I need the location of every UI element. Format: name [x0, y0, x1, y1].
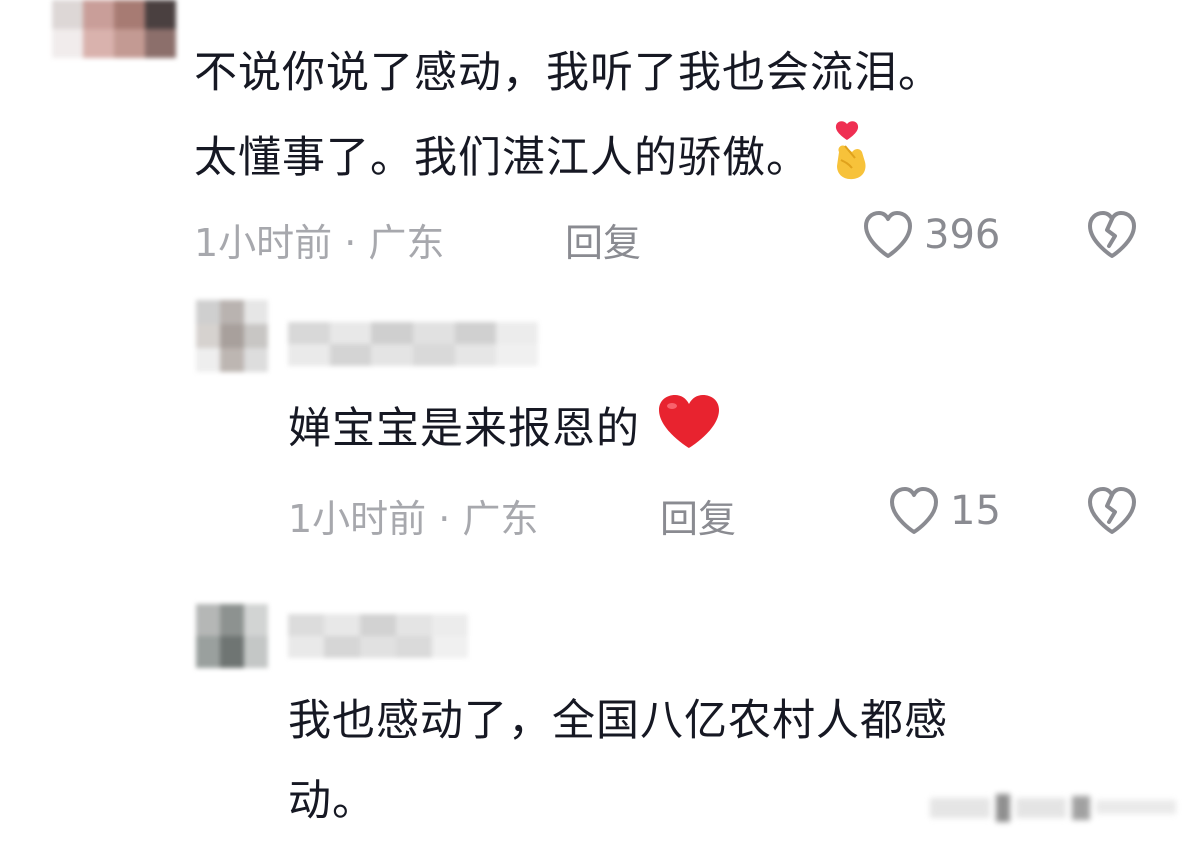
- like-button[interactable]: 15: [886, 484, 1001, 538]
- like-button[interactable]: 396: [860, 208, 1000, 262]
- like-count: 15: [950, 488, 1001, 534]
- broken-heart-outline-icon: [1088, 211, 1136, 258]
- heart-outline-icon: [890, 487, 938, 534]
- comment-text-line: 太懂事了。我们湛江人的骄傲。: [194, 133, 810, 183]
- avatar[interactable]: [196, 604, 268, 668]
- comment-text: 动。: [288, 776, 376, 826]
- finger-heart-emoji: [825, 118, 877, 203]
- comment-text: 不说你说了感动，我听了我也会流泪。: [194, 48, 942, 98]
- watermark: [930, 788, 1180, 832]
- comment-meta: 1小时前 · 广东: [194, 221, 445, 265]
- comment-text: 婵宝宝是来报恩的: [288, 392, 723, 471]
- comment-text: 太懂事了。我们湛江人的骄傲。: [194, 118, 877, 203]
- reply-button[interactable]: 回复: [660, 488, 736, 543]
- username[interactable]: [288, 614, 468, 658]
- reply-button[interactable]: 回复: [565, 212, 641, 267]
- username[interactable]: [288, 322, 538, 366]
- avatar[interactable]: [196, 300, 268, 372]
- comment-text-line: 婵宝宝是来报恩的: [288, 404, 640, 454]
- heart-outline-icon: [864, 211, 912, 258]
- broken-heart-outline-icon: [1088, 487, 1136, 534]
- comment-meta: 1小时前 · 广东: [288, 497, 539, 541]
- comment-text: 我也感动了，全国八亿农村人都感: [288, 696, 948, 746]
- dislike-button[interactable]: [1084, 208, 1140, 266]
- avatar[interactable]: [52, 0, 176, 58]
- dislike-button[interactable]: [1084, 484, 1140, 542]
- like-count: 396: [924, 212, 1001, 258]
- red-heart-emoji: [655, 392, 723, 471]
